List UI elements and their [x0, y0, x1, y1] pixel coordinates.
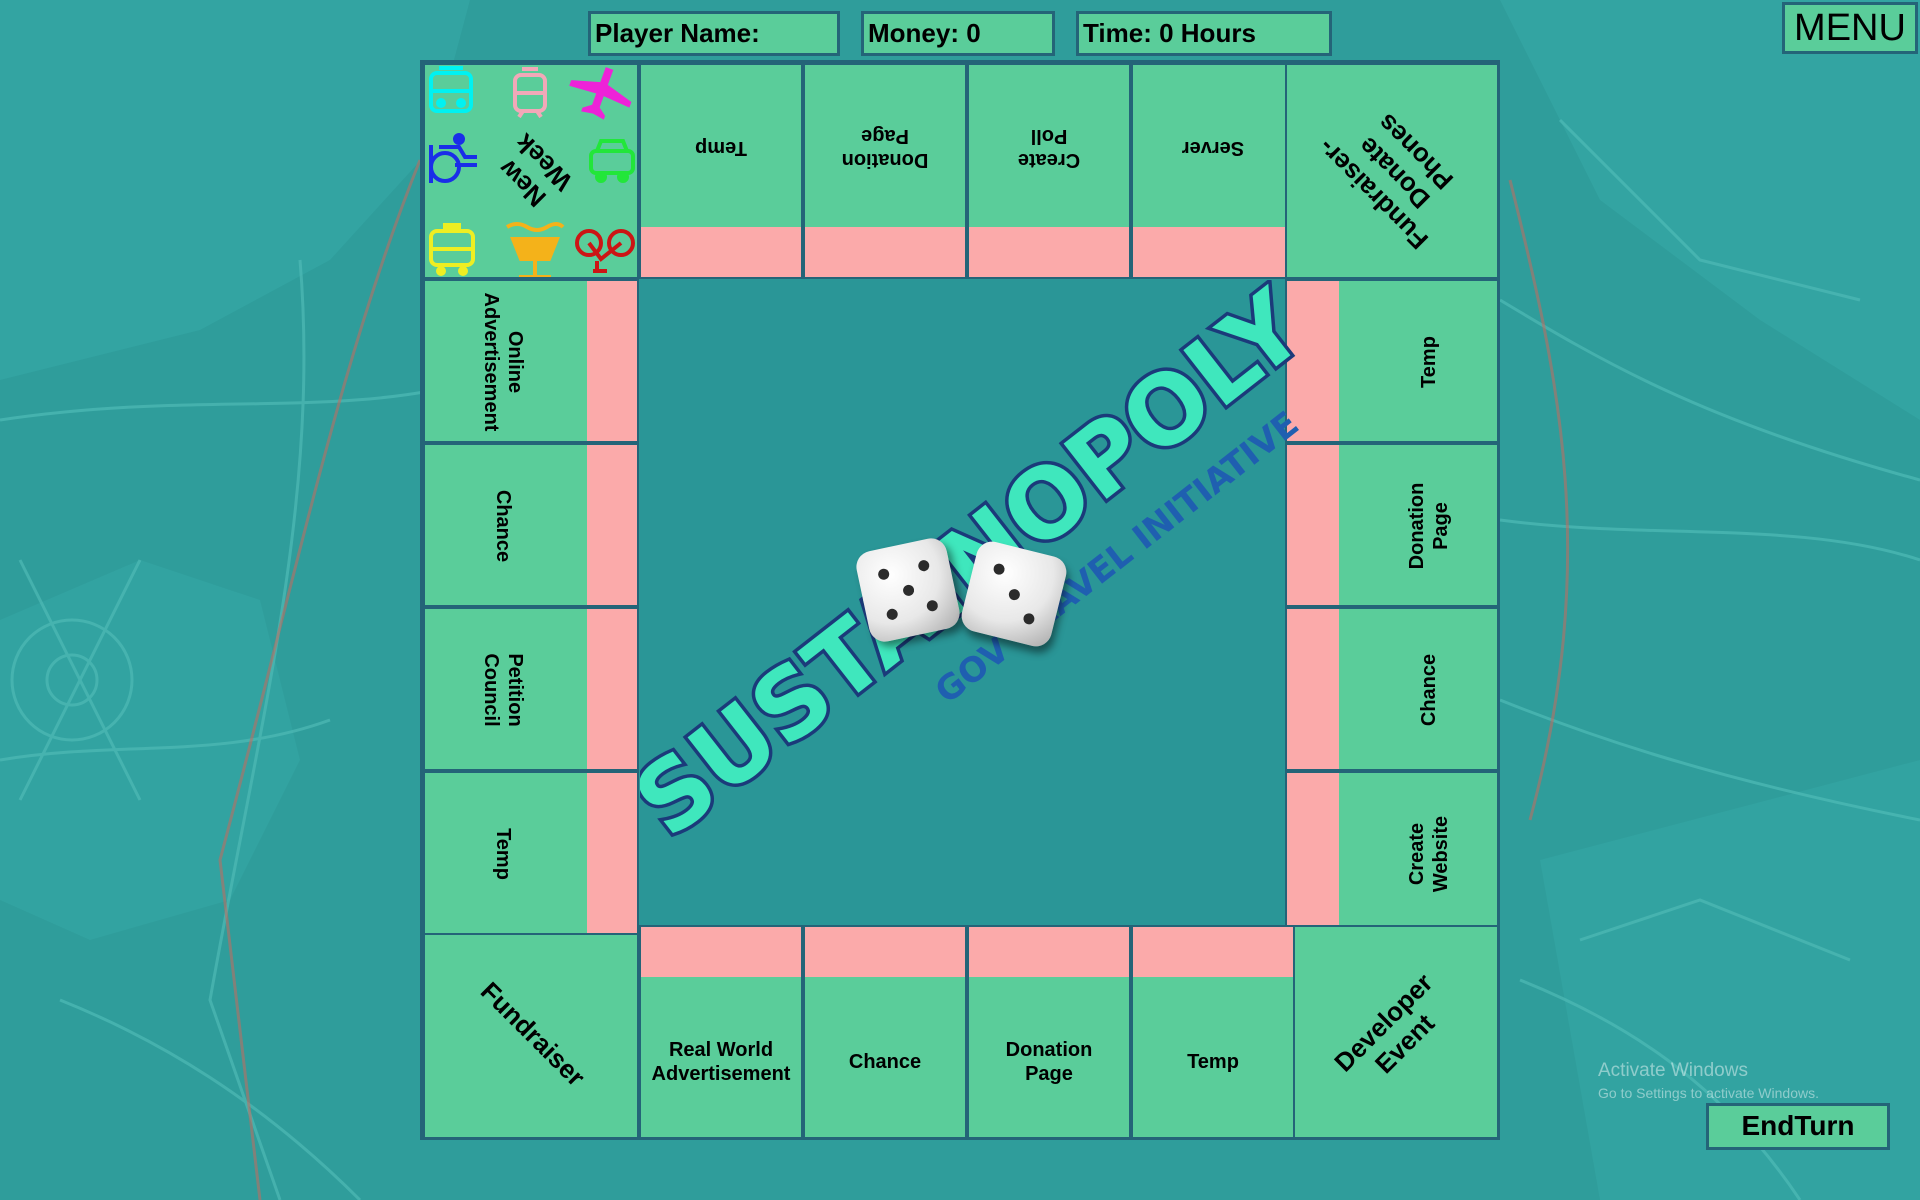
die-pip — [917, 559, 931, 573]
player-name-display: Player Name: — [588, 11, 840, 56]
tile-bottom-3[interactable]: Donation Page — [967, 925, 1131, 1139]
bus-icon — [429, 66, 473, 113]
tile-right-4[interactable]: Create Website — [1285, 771, 1499, 935]
tile-label: Create Website — [1406, 815, 1452, 893]
color-strip — [587, 445, 637, 605]
tile-top-3[interactable]: Create Poll — [967, 63, 1131, 279]
color-strip — [641, 927, 801, 977]
player-tokens — [429, 66, 635, 277]
watermark-line1: Activate Windows — [1598, 1060, 1748, 1081]
die-pip — [992, 562, 1006, 577]
tile-label: Chance — [1418, 653, 1440, 727]
die-pip — [901, 583, 915, 597]
color-strip — [1287, 609, 1339, 769]
tile-left-2[interactable]: Chance — [423, 443, 639, 607]
color-strip — [587, 773, 637, 933]
die-pip — [877, 567, 891, 581]
tile-label: Donation Page — [841, 125, 929, 171]
tile-left-1[interactable]: Online Advertisement — [423, 279, 639, 443]
tile-label: Temp — [1418, 336, 1440, 388]
tile-label: Create Poll — [1017, 125, 1081, 171]
money-display: Money: 0 — [861, 11, 1055, 56]
color-strip — [1287, 281, 1339, 441]
tile-top-1[interactable]: Temp — [639, 63, 803, 279]
tile-label: Donation Page — [1406, 482, 1452, 570]
tile-corner-fundraiser[interactable]: Fundraiser — [423, 925, 639, 1139]
color-strip — [1133, 227, 1293, 277]
die-pip — [1022, 611, 1036, 626]
color-strip — [805, 227, 965, 277]
taxi-icon — [429, 223, 475, 276]
tile-left-4[interactable]: Temp — [423, 771, 639, 935]
plane-icon — [569, 67, 632, 120]
tile-top-4[interactable]: Server — [1131, 63, 1295, 279]
die-pip — [925, 599, 939, 613]
color-strip — [805, 927, 965, 977]
tile-bottom-2[interactable]: Chance — [803, 925, 967, 1139]
tile-right-3[interactable]: Chance — [1285, 607, 1499, 771]
tile-label: Fundraiser — [474, 975, 592, 1093]
tile-label: Temp — [695, 137, 747, 159]
tile-corner-fundraiser-donate-phones[interactable]: Fundraiser- Donate Phones — [1285, 63, 1499, 279]
bicycle-icon — [575, 229, 635, 273]
game-board: New Week Temp Donation Page Create Poll … — [420, 60, 1500, 1140]
tile-right-2[interactable]: Donation Page — [1285, 443, 1499, 607]
windows-activation-watermark: Activate Windows Go to Settings to activ… — [1598, 1060, 1819, 1104]
die-1[interactable] — [853, 535, 963, 645]
tile-left-3[interactable]: Petition Council — [423, 607, 639, 771]
watermark-line2: Go to Settings to activate Windows. — [1598, 1085, 1819, 1101]
die-pip — [1007, 587, 1021, 601]
tile-label: Developer Event — [1328, 967, 1441, 1080]
tile-label: Server — [1181, 137, 1245, 159]
tram-icon — [513, 67, 547, 119]
tile-label: Chance — [492, 489, 514, 563]
color-strip — [969, 227, 1129, 277]
die-pip — [885, 607, 899, 621]
tile-label: Online Advertisement — [480, 292, 526, 432]
color-strip — [587, 281, 637, 441]
color-strip — [1287, 445, 1339, 605]
menu-button[interactable]: MENU — [1782, 2, 1918, 54]
tile-corner-developer-event[interactable]: Developer Event — [1285, 925, 1499, 1139]
color-strip — [1133, 927, 1293, 977]
tile-label: Donation Page — [1005, 1039, 1093, 1085]
wheelchair-icon — [429, 133, 477, 183]
color-strip — [1287, 773, 1339, 933]
boat-icon — [505, 222, 565, 277]
tile-label: Temp — [492, 828, 514, 880]
color-strip — [641, 227, 801, 277]
color-strip — [969, 927, 1129, 977]
tile-top-2[interactable]: Donation Page — [803, 63, 967, 279]
tile-label: Petition Council — [480, 653, 526, 727]
time-display: Time: 0 Hours — [1076, 11, 1332, 56]
car-icon — [589, 139, 635, 183]
end-turn-button[interactable]: EndTurn — [1706, 1103, 1890, 1150]
color-strip — [587, 609, 637, 769]
tile-right-1[interactable]: Temp — [1285, 279, 1499, 443]
tile-bottom-1[interactable]: Real World Advertisement — [639, 925, 803, 1139]
tile-label: Chance — [848, 1051, 922, 1073]
tile-bottom-4[interactable]: Temp — [1131, 925, 1295, 1139]
tile-label: Temp — [1187, 1051, 1239, 1073]
tile-label: Fundraiser- Donate Phones — [1311, 107, 1460, 256]
tile-label: Real World Advertisement — [651, 1039, 791, 1085]
tile-corner-new-week[interactable]: New Week — [423, 63, 639, 279]
